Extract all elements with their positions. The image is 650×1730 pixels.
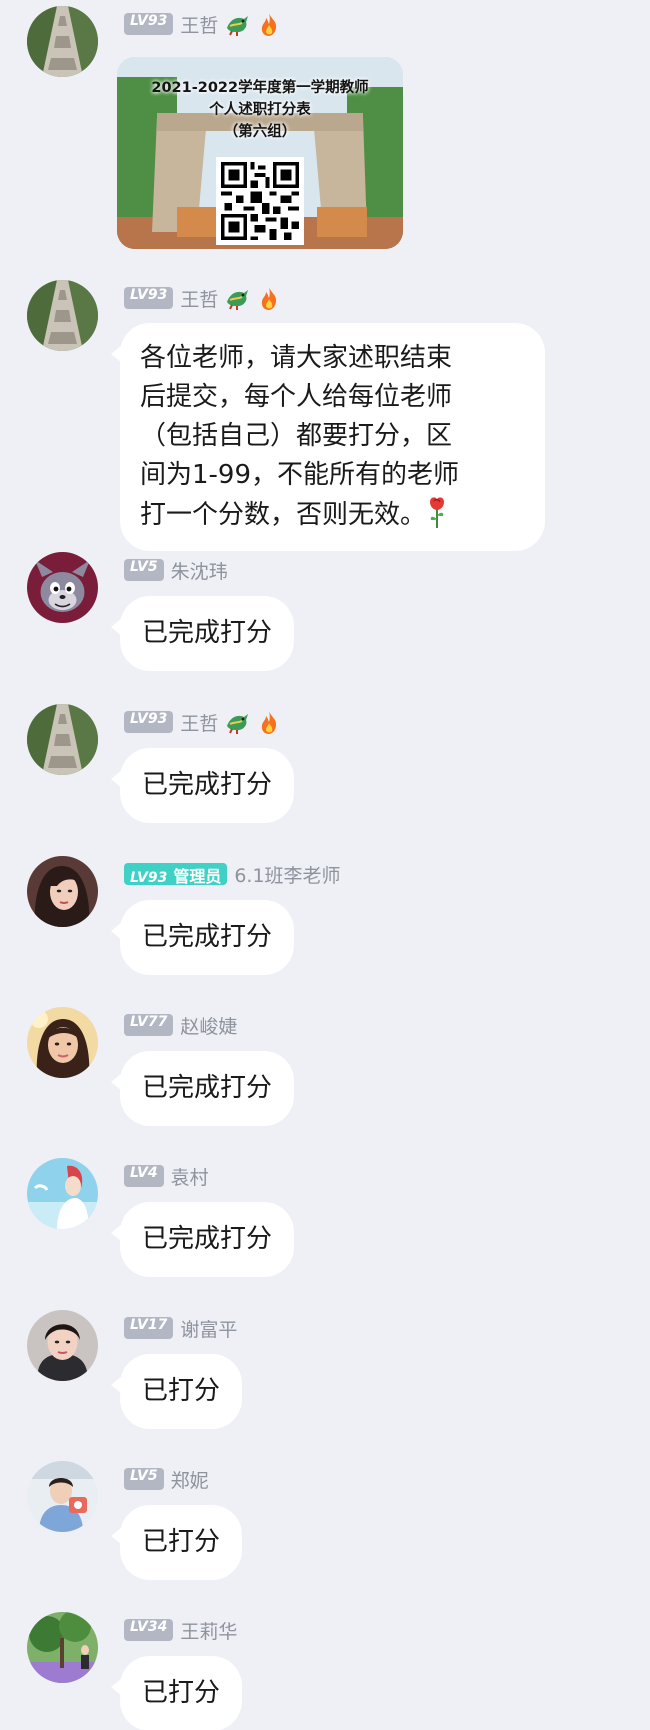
- chat-message-list[interactable]: LV93 王哲 2021-2022学年度第一学期教师 个人述职打分表 （第六组）…: [0, 0, 650, 1730]
- level-badge: LV93: [124, 13, 174, 35]
- level-badge: LV5: [124, 1468, 164, 1490]
- sender-meta: LV5 郑妮: [124, 1466, 209, 1492]
- sender-name[interactable]: 6.1班李老师: [234, 861, 340, 888]
- admin-badge: LV93 管理员: [124, 863, 228, 886]
- fire-icon: [256, 709, 282, 735]
- message-line: （包括自己）都要打分，区: [140, 421, 453, 451]
- level-badge: LV4: [124, 1165, 164, 1187]
- message-bubble[interactable]: 已完成打分: [110, 900, 295, 975]
- avatar[interactable]: [27, 704, 98, 775]
- fire-icon: [256, 11, 282, 37]
- sender-meta: LV93 管理员 6.1班李老师: [124, 861, 341, 887]
- sender-meta: LV93 王哲: [124, 11, 282, 37]
- sender-name[interactable]: 郑妮: [171, 1466, 209, 1493]
- sender-name[interactable]: 王哲: [180, 709, 218, 736]
- level-badge: LV93: [124, 711, 174, 733]
- dragon-icon: [224, 11, 250, 37]
- message-line: 打一个分数，否则无效。: [140, 500, 427, 530]
- message-bubble[interactable]: 已打分: [110, 1656, 243, 1730]
- dragon-icon: [224, 709, 250, 735]
- avatar[interactable]: [27, 1158, 98, 1229]
- message-bubble[interactable]: 已完成打分: [110, 596, 295, 671]
- sender-name[interactable]: 王莉华: [180, 1617, 237, 1644]
- poster-title: 2021-2022学年度第一学期教师 个人述职打分表 （第六组）: [151, 80, 369, 140]
- message-bubble[interactable]: 已完成打分: [110, 1051, 295, 1126]
- message-bubble[interactable]: 已打分: [110, 1505, 243, 1580]
- dragon-icon: [224, 285, 250, 311]
- sender-meta: LV77 赵峻婕: [124, 1012, 237, 1038]
- sender-meta: LV4 袁村: [124, 1163, 209, 1189]
- avatar[interactable]: [27, 1007, 98, 1078]
- sender-meta: LV5 朱沈玮: [124, 557, 228, 583]
- level-badge: LV93: [130, 870, 168, 886]
- level-badge: LV34: [124, 1619, 174, 1641]
- sender-name[interactable]: 袁村: [171, 1163, 209, 1190]
- sender-name[interactable]: 王哲: [180, 285, 218, 312]
- role-label: 管理员: [173, 867, 222, 886]
- sender-meta: LV93 王哲: [124, 709, 282, 735]
- avatar[interactable]: [27, 552, 98, 623]
- sender-name[interactable]: 王哲: [180, 11, 218, 38]
- sender-meta: LV34 王莉华: [124, 1617, 237, 1643]
- avatar[interactable]: [27, 1612, 98, 1683]
- image-message[interactable]: 2021-2022学年度第一学期教师 个人述职打分表 （第六组）: [117, 57, 403, 249]
- sender-name[interactable]: 赵峻婕: [180, 1012, 237, 1039]
- message-bubble[interactable]: 已完成打分: [110, 748, 295, 823]
- level-badge: LV93: [124, 287, 174, 309]
- message-bubble[interactable]: 各位老师，请大家述职结束 后提交，每个人给每位老师 （包括自己）都要打分，区 间…: [111, 323, 545, 551]
- message-line: 间为1-99，不能所有的老师: [140, 460, 460, 490]
- message-bubble[interactable]: 已打分: [110, 1354, 243, 1429]
- rose-icon: [426, 495, 448, 529]
- avatar[interactable]: [27, 1310, 98, 1381]
- fire-icon: [256, 285, 282, 311]
- message-line: 后提交，每个人给每位老师: [140, 382, 453, 412]
- message-bubble[interactable]: 已完成打分: [110, 1202, 295, 1277]
- sender-meta: LV93 王哲: [124, 285, 282, 311]
- sender-name[interactable]: 朱沈玮: [171, 557, 228, 584]
- level-badge: LV17: [124, 1317, 174, 1339]
- sender-name[interactable]: 谢富平: [180, 1315, 237, 1342]
- level-badge: LV77: [124, 1014, 174, 1036]
- avatar[interactable]: [27, 856, 98, 927]
- sender-meta: LV17 谢富平: [124, 1315, 237, 1341]
- avatar[interactable]: [27, 1461, 98, 1532]
- qr-code: [216, 157, 304, 245]
- avatar[interactable]: [27, 280, 98, 351]
- avatar[interactable]: [27, 6, 98, 77]
- level-badge: LV5: [124, 559, 164, 581]
- message-line: 各位老师，请大家述职结束: [140, 343, 453, 373]
